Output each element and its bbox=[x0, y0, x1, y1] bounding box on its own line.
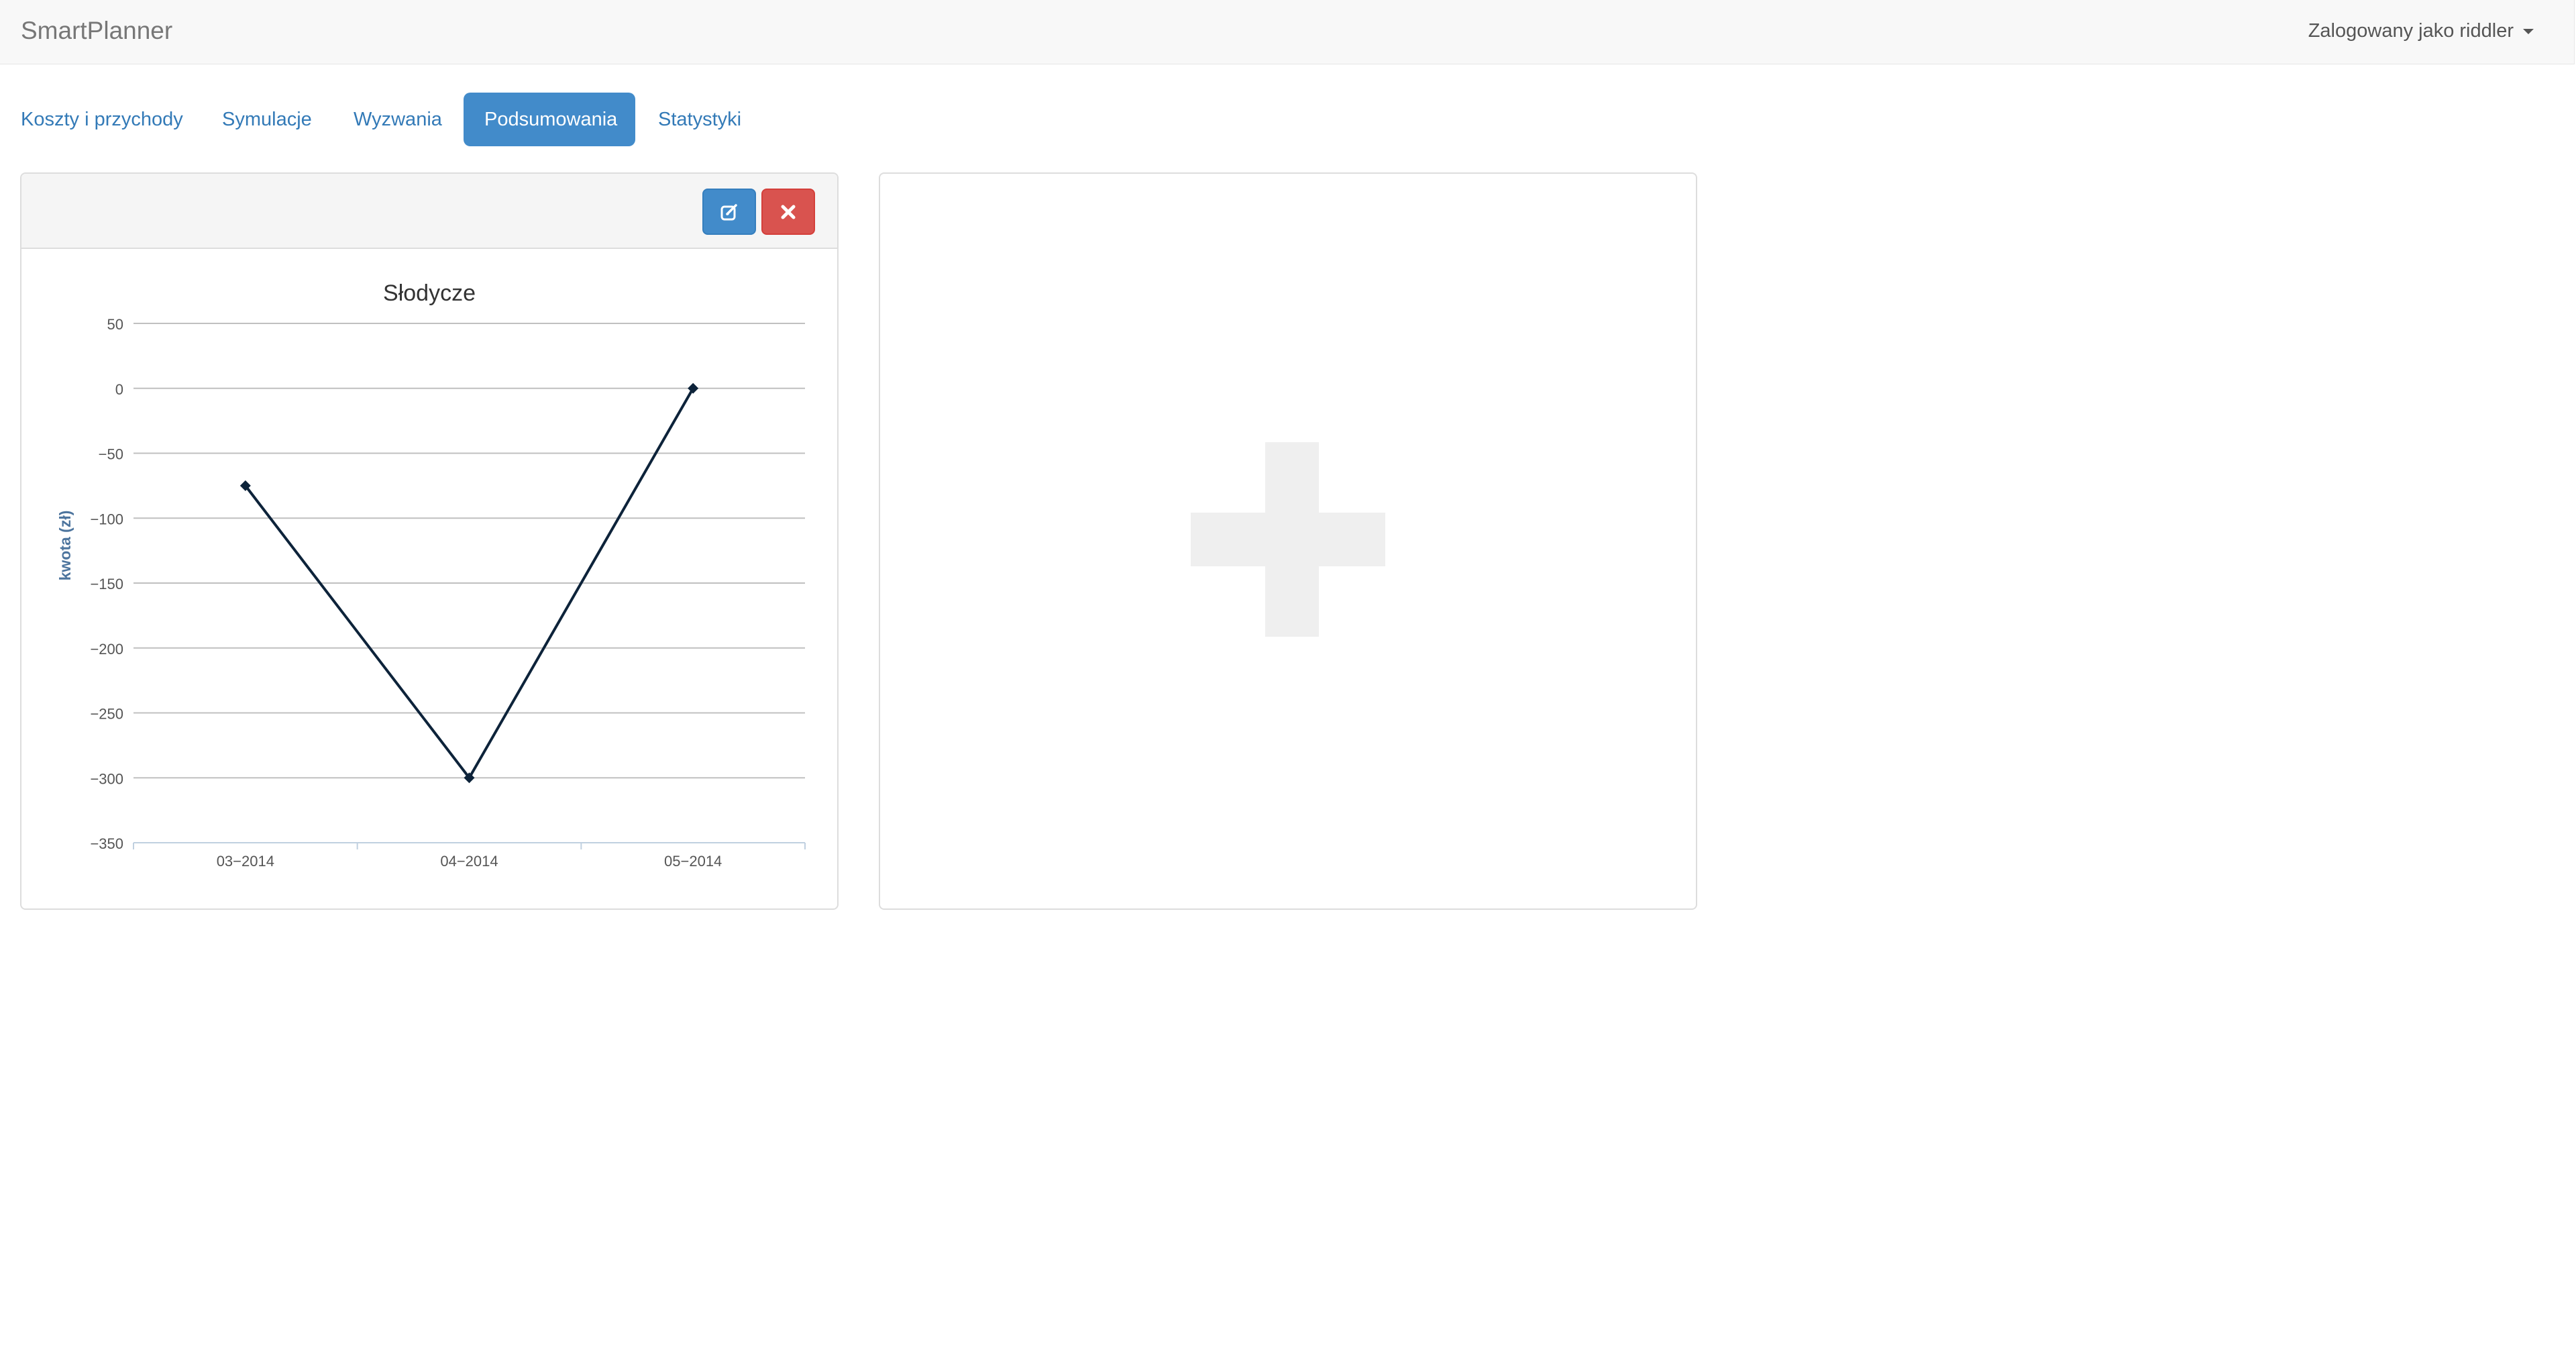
y-tick-label: −150 bbox=[90, 576, 123, 592]
brand-logo[interactable]: SmartPlanner bbox=[21, 15, 172, 47]
user-menu-dropdown[interactable]: Zalogowany jako riddler bbox=[2308, 16, 2534, 46]
y-tick-label: −100 bbox=[90, 511, 123, 527]
tab-wyzwania[interactable]: Wyzwania bbox=[333, 93, 463, 146]
grid-lines bbox=[133, 323, 806, 849]
y-tick-label: 0 bbox=[115, 381, 123, 398]
line-chart: Słodycze kwota (zł) 50 0 −50 −100 −150 −200 −2… bbox=[56, 280, 806, 870]
y-tick-label: −50 bbox=[99, 446, 123, 463]
y-tick-label: −350 bbox=[90, 835, 123, 852]
close-icon bbox=[781, 205, 796, 219]
y-axis-label: kwota (zł) bbox=[56, 511, 74, 581]
x-tick-label: 05−2014 bbox=[664, 853, 722, 870]
tab-statystyki[interactable]: Statystyki bbox=[637, 93, 762, 146]
chart-container: Słodycze kwota (zł) 50 0 −50 −100 −150 −200 −2… bbox=[21, 249, 837, 910]
y-tick-label: −200 bbox=[90, 641, 123, 658]
y-tick-label: −250 bbox=[90, 706, 123, 723]
y-tick-label: 50 bbox=[107, 316, 123, 333]
top-navbar: SmartPlanner Zalogowany jako riddler bbox=[0, 0, 2575, 64]
tab-podsumowania[interactable]: Podsumowania bbox=[464, 93, 635, 146]
y-tick-labels: 50 0 −50 −100 −150 −200 −250 −300 −350 bbox=[90, 316, 123, 852]
edit-icon bbox=[720, 203, 737, 220]
tab-koszty-i-przychody[interactable]: Koszty i przychody bbox=[0, 93, 204, 146]
y-tick-label: −300 bbox=[90, 770, 123, 787]
delete-button[interactable] bbox=[761, 189, 815, 235]
panel-heading bbox=[21, 174, 837, 249]
add-summary-panel[interactable] bbox=[879, 172, 1697, 910]
edit-button[interactable] bbox=[702, 189, 756, 235]
caret-down-icon bbox=[2523, 29, 2534, 35]
x-tick-label: 03−2014 bbox=[217, 853, 274, 870]
user-menu-label: Zalogowany jako riddler bbox=[2308, 20, 2514, 42]
summary-panel: Słodycze kwota (zł) 50 0 −50 −100 −150 −200 −2… bbox=[20, 172, 839, 910]
data-point bbox=[688, 382, 699, 394]
x-tick-labels: 03−2014 04−2014 05−2014 bbox=[217, 853, 722, 870]
chart-title: Słodycze bbox=[383, 280, 476, 306]
x-tick-label: 04−2014 bbox=[440, 853, 498, 870]
tab-symulacje[interactable]: Symulacje bbox=[201, 93, 333, 146]
